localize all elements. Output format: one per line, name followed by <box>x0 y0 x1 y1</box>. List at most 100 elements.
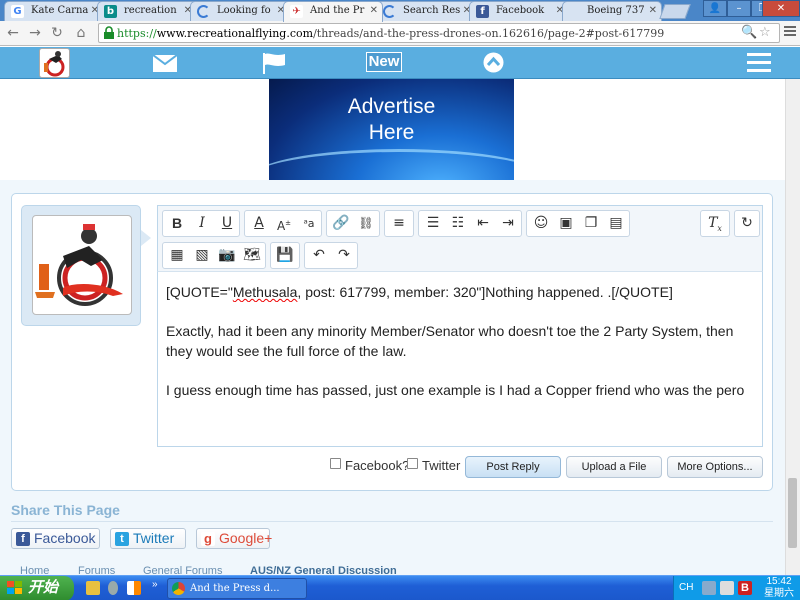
address-bar[interactable]: https://www.recreationalflying.com/threa… <box>98 23 780 43</box>
map-icon[interactable]: 🗺 <box>240 243 264 268</box>
chrome-menu-icon[interactable] <box>784 26 796 38</box>
start-button[interactable]: 开始 <box>0 576 74 600</box>
browser-toolbar: ← → ↻ ⌂ https://www.recreationalflying.c… <box>0 21 800 46</box>
reload-icon[interactable]: ↻ <box>48 24 66 42</box>
tab-kate-carna[interactable]: G Kate Carna ✕ <box>4 1 104 21</box>
breadcrumb-item[interactable]: Forums <box>78 565 115 575</box>
media-player-icon[interactable] <box>108 581 118 595</box>
redo-icon[interactable]: ↷ <box>332 243 356 268</box>
post-reply-button[interactable]: Post Reply <box>465 456 561 478</box>
breadcrumb-item[interactable]: Home <box>20 565 49 575</box>
antivirus-icon[interactable]: B <box>738 581 752 595</box>
new-tab-button[interactable] <box>659 4 691 19</box>
align-icon[interactable]: ≡ <box>387 211 411 236</box>
spoiler-icon[interactable]: ▦ <box>165 243 189 268</box>
font-family-icon[interactable]: ᵃa <box>297 211 321 236</box>
minimize-button[interactable]: – <box>727 0 751 17</box>
media-icon[interactable]: ❐ <box>579 211 603 236</box>
network-icon[interactable] <box>702 581 716 595</box>
save-draft-icon[interactable]: 💾 <box>273 243 297 268</box>
new-posts-button[interactable]: New <box>366 52 402 72</box>
alerts-flag-icon[interactable] <box>262 53 286 74</box>
camera-icon[interactable]: 📷 <box>215 243 239 268</box>
image-icon[interactable]: ▣ <box>554 211 578 236</box>
scrollbar-thumb[interactable] <box>788 478 797 548</box>
zoom-icon[interactable]: 🔍 <box>741 25 757 40</box>
banner-swoosh <box>269 149 514 180</box>
user-icon[interactable]: 👤 <box>703 0 727 17</box>
bold-icon[interactable]: B <box>165 211 189 236</box>
tab-facebook[interactable]: f Facebook ✕ <box>469 1 569 21</box>
google-icon: G <box>11 5 24 18</box>
facebook-share-button[interactable]: f Facebook <box>11 528 100 549</box>
google-plus-icon: g <box>201 532 215 546</box>
windows-taskbar: 开始 » And the Press d... CH B 15:42 星期六 <box>0 575 800 600</box>
tab-title: And the Pr <box>310 5 365 16</box>
lock-icon <box>104 26 114 39</box>
undo-icon[interactable]: ↶ <box>307 243 331 268</box>
toolbar-group-draft: 💾 <box>270 242 300 269</box>
clock[interactable]: 15:42 星期六 <box>764 576 794 600</box>
taskbar-chrome-window[interactable]: And the Press d... <box>167 578 307 599</box>
italic-icon[interactable]: I <box>190 211 214 236</box>
language-indicator[interactable]: CH <box>679 582 693 593</box>
remove-format-icon[interactable]: Tx <box>703 211 727 236</box>
vlc-icon[interactable] <box>127 581 141 595</box>
smilie-icon[interactable]: ☺ <box>529 211 553 236</box>
clock-day: 星期六 <box>764 588 794 599</box>
code-icon[interactable]: ▧ <box>190 243 214 268</box>
close-window-button[interactable]: ✕ <box>762 0 800 17</box>
home-icon[interactable]: ⌂ <box>72 24 90 42</box>
site-logo[interactable] <box>39 48 70 78</box>
tab-title: Kate Carna <box>31 5 89 16</box>
avatar[interactable] <box>32 215 132 315</box>
outdent-icon[interactable]: ⇤ <box>471 211 495 236</box>
advertise-banner[interactable]: Advertise Here <box>269 79 514 180</box>
tab-looking-for[interactable]: Looking fo ✕ <box>190 1 290 21</box>
text-color-icon[interactable]: A <box>247 211 271 236</box>
tab-recreation[interactable]: b recreation ✕ <box>97 1 197 21</box>
twitter-share-button[interactable]: t Twitter <box>110 528 186 549</box>
font-size-icon[interactable]: A± <box>272 211 296 236</box>
link-icon[interactable]: 🔗 <box>329 211 353 236</box>
facebook-share-checkbox[interactable] <box>330 458 341 469</box>
quote-open: [QUOTE=" <box>166 284 233 300</box>
close-icon[interactable]: ✕ <box>370 2 378 20</box>
breadcrumb-item[interactable]: AUS/NZ General Discussion <box>250 565 397 575</box>
bookmark-star-icon[interactable]: ☆ <box>759 25 771 40</box>
site-icon: ✈ <box>290 5 303 18</box>
google-plus-share-button[interactable]: g Google+ <box>196 528 272 549</box>
avatar-pointer <box>141 230 151 246</box>
volume-icon[interactable] <box>720 581 734 595</box>
tab-title: recreation <box>124 5 177 16</box>
upload-file-button[interactable]: Upload a File <box>566 456 662 478</box>
hamburger-menu-icon[interactable] <box>747 53 771 73</box>
indent-icon[interactable]: ⇥ <box>496 211 520 236</box>
toggle-bbcode-icon[interactable]: ↻ <box>735 211 759 236</box>
unlink-icon[interactable]: ⛓ <box>354 211 378 236</box>
forward-arrow-icon[interactable]: → <box>26 24 44 42</box>
tab-search-results[interactable]: Search Res ✕ <box>376 1 476 21</box>
editor-content[interactable]: [QUOTE="Methusala, post: 617799, member:… <box>166 282 756 419</box>
breadcrumb-item[interactable]: General Forums <box>143 565 222 575</box>
bullet-list-icon[interactable]: ☰ <box>421 211 445 236</box>
twitter-share-checkbox[interactable] <box>407 458 418 469</box>
facebook-icon: f <box>476 5 489 18</box>
start-label: 开始 <box>28 579 59 596</box>
explorer-icon[interactable] <box>86 581 100 595</box>
twitter-bird-icon: t <box>115 532 129 546</box>
quote-icon[interactable]: ▤ <box>604 211 628 236</box>
tab-boeing[interactable]: Boeing 737 ✕ <box>562 1 662 21</box>
breadcrumb: Home Forums General Forums AUS/NZ Genera… <box>10 563 770 575</box>
scroll-top-icon[interactable] <box>483 52 504 73</box>
underline-icon[interactable]: U <box>215 211 239 236</box>
clock-time: 15:42 <box>766 576 792 587</box>
back-arrow-icon[interactable]: ← <box>4 24 22 42</box>
tab-and-the-press[interactable]: ✈ And the Pr ✕ <box>283 1 383 22</box>
more-quicklaunch-icon[interactable]: » <box>152 579 158 590</box>
banner-line-2: Here <box>368 121 415 144</box>
inbox-icon[interactable] <box>153 55 177 72</box>
numbered-list-icon[interactable]: ☷ <box>446 211 470 236</box>
more-options-button[interactable]: More Options... <box>667 456 763 478</box>
close-icon[interactable]: ✕ <box>649 2 657 20</box>
